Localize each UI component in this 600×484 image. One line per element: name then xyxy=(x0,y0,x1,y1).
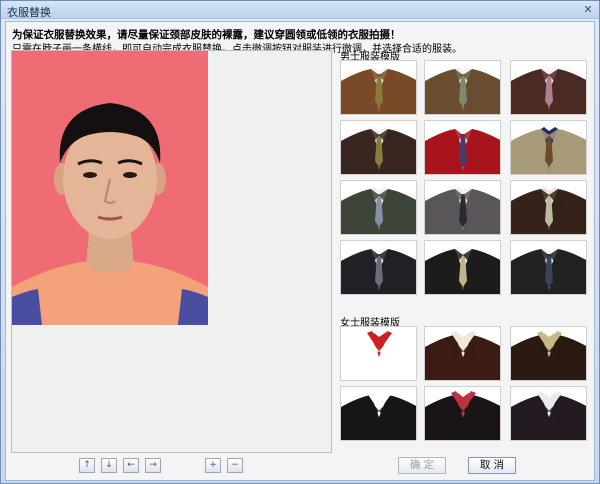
move-right-button[interactable]: → xyxy=(145,458,161,473)
women-template-5[interactable] xyxy=(424,386,501,441)
men-template-2[interactable] xyxy=(424,60,501,115)
title-bar: 衣服替换 ✕ xyxy=(1,1,599,19)
cancel-button[interactable]: 取 消 xyxy=(468,457,516,474)
clothing-replace-window: 衣服替换 ✕ 为保证衣服替换效果，请尽量保证颈部皮肤的裸露，建议穿圆领或低领的衣… xyxy=(0,0,600,484)
men-template-10[interactable] xyxy=(340,240,417,295)
photo-canvas[interactable] xyxy=(11,50,332,453)
window-title: 衣服替换 xyxy=(7,6,51,19)
move-left-button[interactable]: ← xyxy=(123,458,139,473)
move-up-button[interactable]: ↑ xyxy=(79,458,95,473)
men-template-12[interactable] xyxy=(510,240,587,295)
zoom-out-button[interactable]: − xyxy=(227,458,243,473)
men-template-7[interactable] xyxy=(340,180,417,235)
men-template-5[interactable] xyxy=(424,120,501,175)
women-template-6[interactable] xyxy=(510,386,587,441)
men-template-11[interactable] xyxy=(424,240,501,295)
men-template-9[interactable] xyxy=(510,180,587,235)
close-button[interactable]: ✕ xyxy=(581,3,595,17)
men-template-8[interactable] xyxy=(424,180,501,235)
women-template-2[interactable] xyxy=(424,326,501,381)
men-template-3[interactable] xyxy=(510,60,587,115)
portrait-illustration xyxy=(12,51,208,325)
zoom-in-button[interactable]: + xyxy=(205,458,221,473)
confirm-button[interactable]: 确 定 xyxy=(398,457,446,474)
portrait-photo xyxy=(12,51,208,325)
women-template-3[interactable] xyxy=(510,326,587,381)
women-template-1[interactable] xyxy=(340,326,417,381)
move-down-button[interactable]: ↓ xyxy=(101,458,117,473)
men-template-1[interactable] xyxy=(340,60,417,115)
men-template-4[interactable] xyxy=(340,120,417,175)
men-template-6[interactable] xyxy=(510,120,587,175)
dialog-content: 为保证衣服替换效果，请尽量保证颈部皮肤的裸露，建议穿圆领或低领的衣服拍摄！ 只需… xyxy=(5,21,595,481)
women-template-4[interactable] xyxy=(340,386,417,441)
